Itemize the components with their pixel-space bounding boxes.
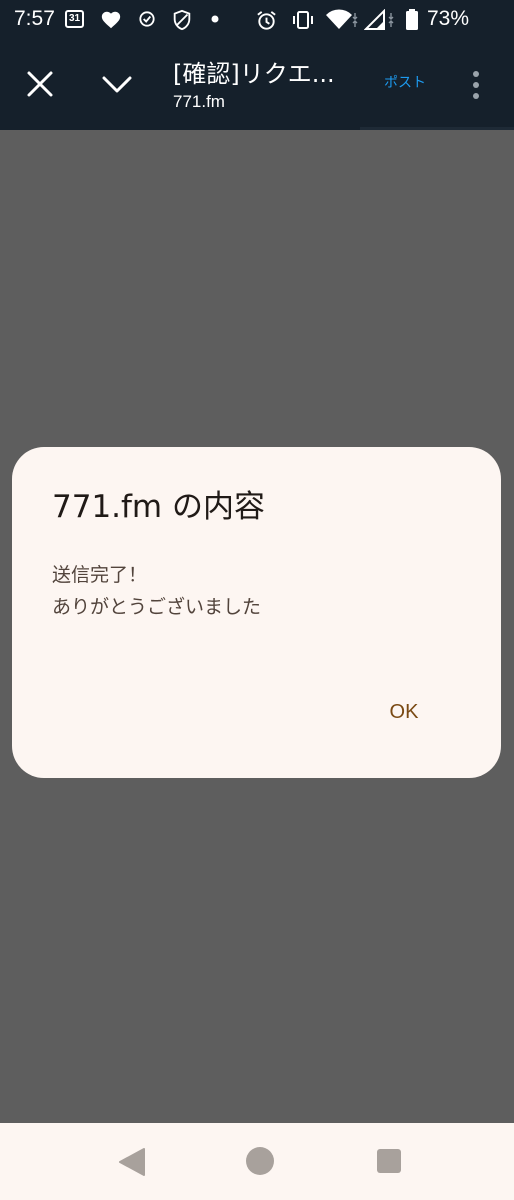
check-circle-icon xyxy=(139,11,155,27)
page-title: [確認]リクエ... xyxy=(173,60,335,88)
alert-dialog: 771.fm の内容 送信完了！ ありがとうございました OK xyxy=(12,447,501,778)
ok-button[interactable]: OK xyxy=(364,687,444,737)
chevron-down-icon[interactable] xyxy=(97,64,137,104)
alarm-icon xyxy=(257,11,276,30)
status-time: 7:57 xyxy=(14,7,55,30)
system-nav-bar xyxy=(0,1123,514,1200)
shield-icon xyxy=(173,9,191,31)
status-bar: 7:57 31 73% xyxy=(0,0,514,40)
home-icon[interactable] xyxy=(246,1147,274,1175)
recents-icon[interactable] xyxy=(377,1149,401,1173)
dialog-title: 771.fm の内容 xyxy=(52,489,265,525)
heart-icon xyxy=(101,11,121,29)
dialog-message: 送信完了！ ありがとうございました xyxy=(52,564,262,618)
back-icon[interactable] xyxy=(116,1145,150,1179)
more-vert-icon[interactable] xyxy=(462,68,490,102)
wifi-icon xyxy=(326,9,358,29)
vibrate-icon xyxy=(293,11,313,29)
page-url: 771.fm xyxy=(173,92,225,111)
cell-signal-icon xyxy=(364,9,394,30)
notification-dot-icon xyxy=(211,15,219,23)
battery-percent: 73% xyxy=(427,7,470,30)
close-icon[interactable] xyxy=(20,64,60,104)
post-button[interactable]: ポスト xyxy=(360,40,450,130)
battery-icon xyxy=(406,9,418,30)
app-bar: [確認]リクエ... 771.fm ポスト xyxy=(0,40,514,130)
calendar-icon: 31 xyxy=(65,10,84,28)
